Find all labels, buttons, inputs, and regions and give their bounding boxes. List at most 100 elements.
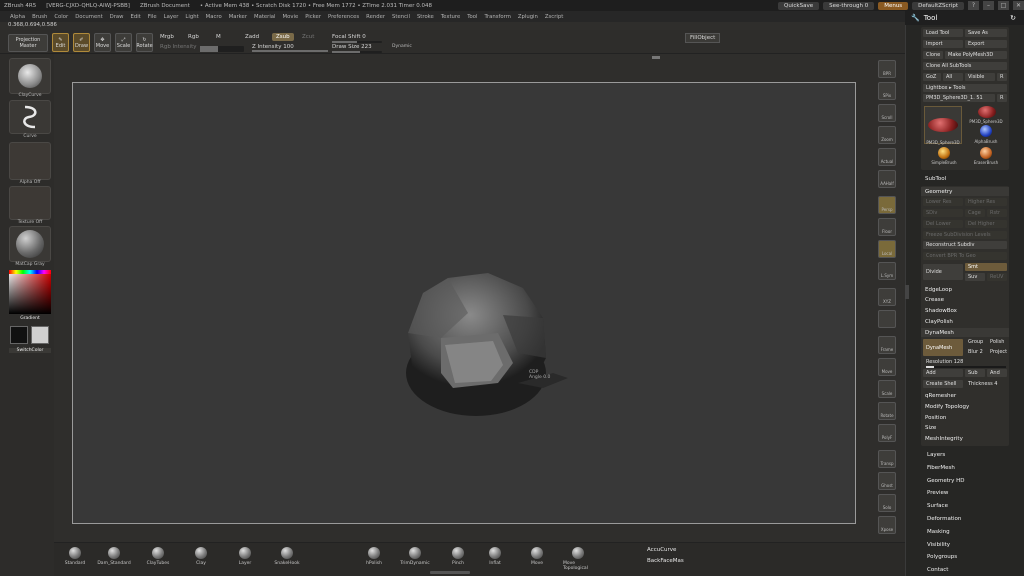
reconstruct-subdiv-button[interactable]: Reconstruct Subdiv [923, 241, 1007, 249]
divide-button[interactable]: Divide [923, 264, 963, 280]
menu-item-preferences[interactable]: Preferences [328, 14, 359, 20]
rightshelf-move-button[interactable]: Move [878, 358, 896, 376]
menu-item-edit[interactable]: Edit [131, 14, 141, 20]
palette-section-preview[interactable]: Preview [927, 490, 948, 496]
resolution-slider[interactable]: Resolution 128 [923, 358, 1007, 366]
bottom-brush-hpolish[interactable]: hPolish [359, 547, 389, 566]
rightshelf-transp-button[interactable]: Transp [878, 450, 896, 468]
material-selector[interactable] [9, 226, 51, 262]
menu-item-zplugin[interactable]: Zplugin [518, 14, 538, 20]
menu-item-light[interactable]: Light [185, 14, 198, 20]
see-through-slider[interactable]: See-through 0 [823, 1, 875, 10]
brush-selector[interactable] [9, 58, 51, 94]
menu-item-alpha[interactable]: Alpha [10, 14, 25, 20]
rgb-intensity-track[interactable] [200, 46, 244, 52]
del-lower-button[interactable]: Del Lower [923, 220, 963, 228]
rightshelf-solo-button[interactable]: Solo [878, 494, 896, 512]
group-toggle[interactable]: Group [965, 338, 985, 346]
palette-section-polygroups[interactable]: Polygroups [927, 554, 957, 560]
rightshelf-rotate-button[interactable]: Rotate [878, 402, 896, 420]
rightshelf-l-sym-button[interactable]: L.Sym [878, 262, 896, 280]
rightshelf-scroll-button[interactable]: Scroll [878, 104, 896, 122]
scale-button[interactable]: ⤢ Scale [115, 33, 132, 52]
claypolish-section[interactable]: ClayPolish [921, 317, 1009, 326]
menu-item-stroke[interactable]: Stroke [417, 14, 434, 20]
bottom-brush-claytubes[interactable]: ClayTubes [143, 547, 173, 566]
gradient-label[interactable]: Gradient [9, 316, 51, 321]
menu-item-material[interactable]: Material [254, 14, 276, 20]
clone-all-subtools-button[interactable]: Clone All SubTools [923, 62, 1007, 70]
bottom-brush-trimdynamic[interactable]: TrimDynamic [400, 547, 430, 566]
rightshelf-spacer-button[interactable] [878, 310, 896, 328]
meshintegrity-section[interactable]: MeshIntegrity [921, 434, 1009, 443]
draw-size-slider[interactable] [332, 51, 382, 53]
palette-section-geometry-hd[interactable]: Geometry HD [927, 478, 965, 484]
menu-item-file[interactable]: File [148, 14, 157, 20]
rightshelf-xyz-button[interactable]: XYZ [878, 288, 896, 306]
polish-toggle[interactable]: Polish [987, 338, 1007, 346]
backfacemask-toggle[interactable]: BackFaceMas [647, 558, 684, 564]
blur-slider[interactable]: Blur 2 [965, 348, 987, 356]
menu-item-brush[interactable]: Brush [32, 14, 47, 20]
shadowbox-section[interactable]: ShadowBox [921, 306, 1009, 315]
tool-palette-header[interactable]: 🔧 Tool ↻ [905, 11, 1024, 25]
menu-item-render[interactable]: Render [366, 14, 385, 20]
export-button[interactable]: Export [965, 40, 1007, 48]
shelf-scroll-handle[interactable] [652, 56, 660, 59]
switch-color-button[interactable]: SwitchColor [9, 348, 51, 353]
move-button[interactable]: ✥ Move [94, 33, 111, 52]
bottom-brush-clay[interactable]: Clay [186, 547, 216, 566]
accucurve-toggle[interactable]: AccuCurve [647, 547, 676, 553]
menu-item-texture[interactable]: Texture [441, 14, 460, 20]
sculpt-mesh[interactable] [73, 83, 857, 525]
convert-bpr-button[interactable]: Convert BPR To Geo [923, 252, 1007, 260]
current-tool-slider[interactable]: PM3D_Sphere3D_1. 51 [923, 94, 995, 102]
bottom-brush-snakehook[interactable]: SnakeHook [272, 547, 302, 566]
menu-item-movie[interactable]: Movie [283, 14, 299, 20]
create-shell-button[interactable]: Create Shell [923, 380, 963, 388]
z-intensity-slider[interactable] [252, 50, 328, 52]
modify-topology-section[interactable]: Modify Topology [921, 402, 1009, 411]
alpha-brush-thumb[interactable] [980, 125, 992, 137]
palette-section-deformation[interactable]: Deformation [927, 516, 961, 522]
palette-section-layers[interactable]: Layers [927, 452, 945, 458]
menu-item-zscript[interactable]: Zscript [545, 14, 563, 20]
rightshelf-spix-button[interactable]: SPix [878, 82, 896, 100]
goz-r-button[interactable]: R [997, 73, 1007, 81]
freeze-subdivision-button[interactable]: Freeze SubDivision Levels [923, 231, 1007, 239]
bottom-brush-inflat[interactable]: Inflat [480, 547, 510, 566]
menu-item-draw[interactable]: Draw [110, 14, 124, 20]
palette-section-fibermesh[interactable]: FiberMesh [927, 465, 955, 471]
position-section[interactable]: Position [921, 413, 1009, 422]
menu-item-macro[interactable]: Macro [206, 14, 222, 20]
rotate-button[interactable]: ↻ Rotate [136, 33, 153, 52]
reuv-button[interactable]: ReUV [987, 273, 1007, 281]
thickness-slider[interactable]: Thickness 4 [965, 380, 1007, 388]
higher-res-button[interactable]: Higher Res [965, 198, 1007, 206]
bottom-scrollbar[interactable] [430, 571, 470, 574]
alpha-selector[interactable] [9, 142, 51, 180]
dynamesh-section[interactable]: DynaMesh [921, 328, 1009, 337]
maximize-icon[interactable]: □ [998, 1, 1009, 10]
simple-brush-thumb[interactable] [938, 147, 950, 159]
rightshelf-actual-button[interactable]: Actual [878, 148, 896, 166]
color-picker-square[interactable] [9, 270, 51, 314]
menu-item-stencil[interactable]: Stencil [392, 14, 410, 20]
menu-item-transform[interactable]: Transform [485, 14, 511, 20]
rightshelf-zoom-button[interactable]: Zoom [878, 126, 896, 144]
del-higher-button[interactable]: Del Higher [965, 220, 1007, 228]
rightshelf-scale-button[interactable]: Scale [878, 380, 896, 398]
palette-section-contact[interactable]: Contact [927, 567, 948, 573]
tool-thumb-main[interactable] [924, 106, 962, 144]
quicksave-button[interactable]: QuickSave [778, 1, 820, 10]
zadd-button[interactable]: Zadd [245, 34, 259, 40]
bottom-brush-layer[interactable]: Layer [230, 547, 260, 566]
size-section[interactable]: Size [921, 423, 1009, 432]
projection-master-button[interactable]: Projection Master [8, 34, 48, 52]
rstr-button[interactable]: Rstr [987, 209, 1007, 217]
secondary-color-swatch[interactable] [31, 326, 49, 344]
help-icon[interactable]: ? [968, 1, 979, 10]
dynamic-toggle[interactable]: Dynamic [392, 44, 412, 49]
qremesher-section[interactable]: qRemesher [921, 391, 1009, 400]
mrgb-button[interactable]: Mrgb [160, 34, 174, 40]
